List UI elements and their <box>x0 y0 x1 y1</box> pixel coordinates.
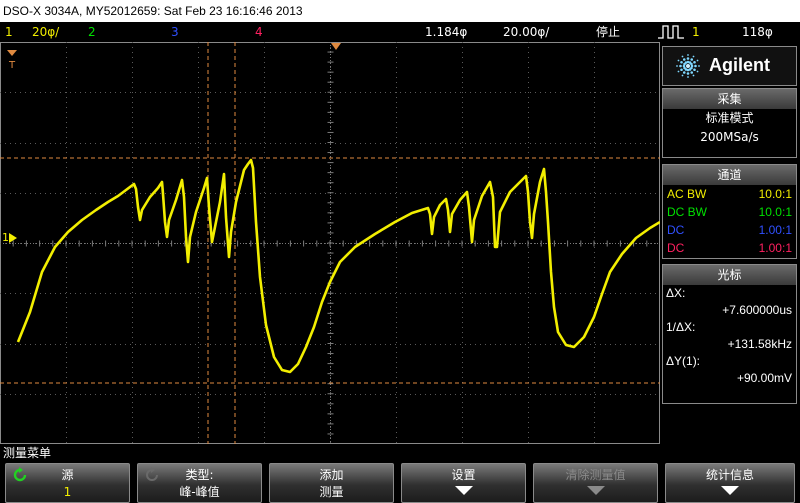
trigger-marker-label: T <box>8 60 16 71</box>
softkey-clear-label: 清除测量值 <box>565 468 626 482</box>
ch3-number[interactable]: 3 <box>171 22 179 42</box>
cursor-invdx-label: 1/ΔX: <box>666 320 696 334</box>
channel-probe: 1.00:1 <box>758 241 792 255</box>
channel-coupling: DC BW <box>667 205 707 219</box>
acquire-rate: 200MSa/s <box>700 130 759 144</box>
ch1-ground-marker[interactable]: 1 <box>2 231 17 244</box>
cursors-box[interactable]: 光标 ΔX: +7.600000us 1/ΔX: +131.58kHz ΔY(1… <box>662 264 797 404</box>
channel-row-2[interactable]: DC BW 10.0:1 <box>663 203 796 221</box>
softkey-statistics[interactable]: 统计信息 <box>665 463 795 503</box>
channel-probe: 1.00:1 <box>758 223 792 237</box>
delay-readout[interactable]: 1.184φ <box>425 22 467 42</box>
ch1-ground-marker-label: 1 <box>2 231 9 244</box>
chevron-down-icon <box>721 486 739 495</box>
trigger-marker[interactable]: T <box>7 50 17 71</box>
trigger-level[interactable]: 118φ <box>742 22 773 42</box>
cursor-dy-value: +90.00mV <box>736 371 792 385</box>
softkey-bar: 测量菜单 源 1 类型: 峰-峰值 添加 测量 设置 清除测量值 统计信息 <box>0 444 800 503</box>
ch2-number[interactable]: 2 <box>88 22 96 42</box>
channel-row-1[interactable]: AC BW 10.0:1 <box>663 185 796 203</box>
cursor-dy-label: ΔY(1): <box>666 354 701 368</box>
channel-coupling: DC <box>667 223 685 237</box>
softkey-add-measurement[interactable]: 添加 测量 <box>269 463 394 503</box>
channel-probe: 10.0:1 <box>758 187 792 201</box>
side-panel: Agilent 采集 标准模式 200MSa/s 通道 AC BW 10.0:1 D… <box>660 42 800 444</box>
channels-header: 通道 <box>663 165 796 185</box>
softkey-add-value: 测量 <box>319 485 344 499</box>
rotate-knob-icon <box>12 467 28 487</box>
rotate-knob-icon <box>144 467 160 487</box>
agilent-spark-icon <box>675 53 701 83</box>
run-state: 停止 <box>596 25 621 39</box>
cursors-header: 光标 <box>663 265 796 285</box>
channel-coupling: AC BW <box>667 187 707 201</box>
ch1-waveform <box>16 158 660 374</box>
channel-row-3[interactable]: DC 1.00:1 <box>663 221 796 239</box>
trigger-position-marker[interactable] <box>331 43 341 50</box>
cursor-invdx-value: +131.58kHz <box>727 337 792 351</box>
cursor-dx-label: ΔX: <box>666 286 686 300</box>
softkey-settings-label: 设置 <box>451 468 476 482</box>
graticule <box>0 42 660 444</box>
acquire-mode: 标准模式 <box>705 111 754 125</box>
menu-title: 测量菜单 <box>3 446 52 460</box>
softkey-add-label: 添加 <box>319 468 344 482</box>
softkey-type[interactable]: 类型: 峰-峰值 <box>137 463 262 503</box>
chevron-down-icon <box>454 486 473 495</box>
softkey-source[interactable]: 源 1 <box>5 463 130 503</box>
channel-coupling: DC <box>667 241 685 255</box>
acquire-header: 采集 <box>663 89 796 109</box>
window-title: DSO-X 3034A, MY52012659: Sat Feb 23 16:1… <box>0 0 800 22</box>
ch4-number[interactable]: 4 <box>255 22 263 42</box>
acquire-box[interactable]: 采集 标准模式 200MSa/s <box>662 88 797 158</box>
chevron-down-icon <box>586 486 605 495</box>
channels-box[interactable]: 通道 AC BW 10.0:1 DC BW 10.0:1 DC 1.00:1 DC 1.00:… <box>662 164 797 259</box>
brand-name: Agilent <box>709 55 770 75</box>
softkey-settings[interactable]: 设置 <box>401 463 526 503</box>
waveform-display[interactable]: T 1 <box>0 42 660 444</box>
ch1-number[interactable]: 1 <box>5 22 13 42</box>
cursor-dx-value: +7.600000us <box>722 303 792 317</box>
brand-box: Agilent <box>662 46 797 86</box>
softkey-statistics-label: 统计信息 <box>705 468 754 482</box>
timebase-readout[interactable]: 20.00φ/ <box>503 22 549 42</box>
status-bar: 1 20φ/ 2 3 4 1.184φ 20.00φ/ 停止 1 118φ <box>0 22 800 42</box>
softkey-clear-measurements[interactable]: 清除测量值 <box>533 463 658 503</box>
channel-probe: 10.0:1 <box>758 205 792 219</box>
channel-row-4[interactable]: DC 1.00:1 <box>663 239 796 257</box>
trigger-source[interactable]: 1 <box>692 22 700 42</box>
ch1-scale[interactable]: 20φ/ <box>32 22 59 42</box>
